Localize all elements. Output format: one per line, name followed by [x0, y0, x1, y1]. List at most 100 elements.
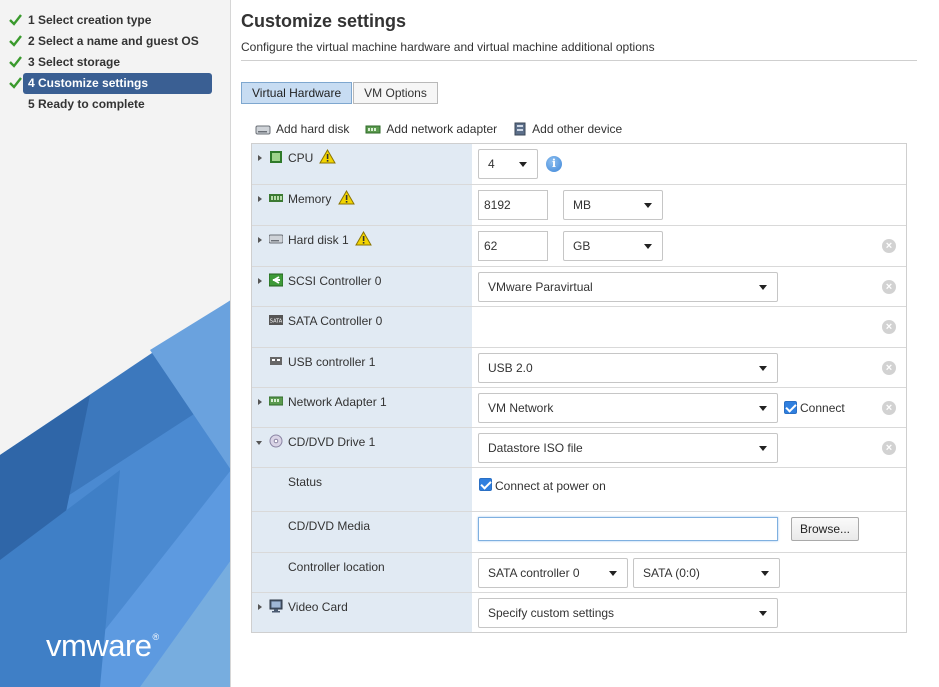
tab-vm-options[interactable]: VM Options [353, 82, 438, 104]
add-other-device-button[interactable]: Add other device [513, 122, 622, 136]
wizard-step-2[interactable]: 2 Select a name and guest OS [0, 31, 230, 52]
network-select[interactable]: VM Network [478, 393, 778, 423]
remove-device-icon[interactable]: × [882, 401, 896, 415]
page-title: Customize settings [241, 11, 407, 31]
expand-arrow-icon[interactable] [258, 155, 262, 161]
hard-disk-label: Hard disk 1 [288, 233, 349, 247]
connect-checkbox[interactable] [784, 401, 797, 414]
expand-arrow-icon[interactable] [258, 237, 262, 243]
cpu-count-select[interactable]: 4 [478, 149, 538, 179]
cd-dvd-label: CD/DVD Drive 1 [288, 435, 376, 449]
network-card-icon [365, 125, 381, 133]
row-hard-disk: Hard disk 1 62 GB × [252, 226, 906, 267]
connect-at-power-on-checkbox[interactable] [479, 478, 492, 491]
chevron-down-icon [759, 366, 767, 371]
video-card-value: Specify custom settings [488, 606, 615, 620]
memory-size-input[interactable]: 8192 [478, 190, 548, 220]
status-label: Status [288, 475, 323, 489]
hard-disk-icon [269, 234, 283, 244]
expand-arrow-icon[interactable] [258, 278, 262, 284]
connect-label: Connect [800, 401, 845, 415]
hard-disk-icon [255, 125, 271, 134]
remove-device-icon[interactable]: × [882, 320, 896, 334]
chevron-down-icon [759, 285, 767, 290]
sata-controller-label: SATA Controller 0 [288, 314, 383, 328]
wizard-step-label: 3 Select storage [28, 55, 121, 69]
usb-type-select[interactable]: USB 2.0 [478, 353, 778, 383]
tab-virtual-hardware[interactable]: Virtual Hardware [241, 82, 353, 104]
row-video-card: Video Card Specify custom settings [252, 593, 906, 633]
controller-value: SATA controller 0 [488, 566, 580, 580]
cpu-icon [270, 151, 282, 163]
expand-arrow-icon[interactable] [258, 399, 262, 405]
wizard-step-4[interactable]: 4 Customize settings [9, 73, 212, 94]
memory-unit-value: MB [573, 198, 591, 212]
remove-device-icon[interactable]: × [882, 239, 896, 253]
wizard-step-label: 4 Customize settings [28, 76, 149, 90]
row-usb-controller: USB controller 1 USB 2.0 × [252, 348, 906, 388]
vmware-logo-text: vmware [46, 628, 152, 663]
registered-mark: ® [152, 632, 160, 642]
video-card-label: Video Card [288, 600, 348, 614]
row-sata-controller: SATA SATA Controller 0 × [252, 307, 906, 348]
info-icon[interactable]: i [546, 156, 562, 172]
hardware-grid: CPU 4 i Memory 8192 MB Hard disk 1 62 GB… [251, 143, 907, 633]
usb-type-value: USB 2.0 [488, 361, 533, 375]
connect-at-power-on-label: Connect at power on [495, 479, 606, 493]
add-hard-disk-button[interactable]: Add hard disk [255, 122, 349, 136]
checkmark-icon [9, 14, 22, 26]
wizard-step-1[interactable]: 1 Select creation type [0, 10, 230, 31]
disk-unit-select[interactable]: GB [563, 231, 663, 261]
add-hard-disk-label: Add hard disk [276, 122, 350, 136]
disk-size-input[interactable]: 62 [478, 231, 548, 261]
cpu-count-value: 4 [488, 157, 495, 171]
warning-icon [338, 190, 355, 205]
controller-location-label: Controller location [288, 560, 385, 574]
video-card-select[interactable]: Specify custom settings [478, 598, 778, 628]
usb-icon [270, 357, 282, 365]
wizard-step-5[interactable]: 5 Ready to complete [0, 94, 230, 115]
svg-text:SATA: SATA [270, 319, 283, 325]
row-controller-location: Controller location SATA controller 0 SA… [252, 553, 906, 593]
chevron-down-icon [609, 571, 617, 576]
tab-bar: Virtual Hardware VM Options [241, 82, 439, 104]
expand-arrow-icon[interactable] [258, 196, 262, 202]
monitor-icon [269, 599, 283, 613]
chevron-down-icon [759, 446, 767, 451]
wizard-step-label: 5 Ready to complete [28, 97, 145, 111]
checkmark-icon [9, 56, 22, 68]
memory-unit-select[interactable]: MB [563, 190, 663, 220]
controller-select[interactable]: SATA controller 0 [478, 558, 628, 588]
cd-media-path-input[interactable] [478, 517, 778, 541]
row-cd-status: Status Connect at power on [252, 468, 906, 512]
wizard-steps: 1 Select creation type 2 Select a name a… [0, 10, 230, 115]
network-adapter-label: Network Adapter 1 [288, 395, 387, 409]
chevron-down-icon [759, 611, 767, 616]
wizard-step-3[interactable]: 3 Select storage [0, 52, 230, 73]
chevron-down-icon [644, 244, 652, 249]
cd-dvd-icon [269, 434, 283, 448]
scsi-type-select[interactable]: VMware Paravirtual [478, 272, 778, 302]
warning-icon [355, 231, 372, 246]
remove-device-icon[interactable]: × [882, 361, 896, 375]
cd-dvd-source-select[interactable]: Datastore ISO file [478, 433, 778, 463]
main-panel: Customize settings Configure the virtual… [241, 0, 939, 687]
collapse-arrow-icon[interactable] [256, 441, 262, 445]
expand-arrow-icon[interactable] [258, 604, 262, 610]
scsi-controller-label: SCSI Controller 0 [288, 274, 382, 288]
controller-port-select[interactable]: SATA (0:0) [633, 558, 780, 588]
network-value: VM Network [488, 401, 554, 415]
remove-device-icon[interactable]: × [882, 441, 896, 455]
add-network-adapter-button[interactable]: Add network adapter [365, 122, 497, 136]
page-subtitle: Configure the virtual machine hardware a… [241, 40, 655, 54]
divider [241, 60, 917, 61]
remove-device-icon[interactable]: × [882, 280, 896, 294]
network-card-icon [269, 396, 283, 406]
row-scsi-controller: SCSI Controller 0 VMware Paravirtual × [252, 267, 906, 307]
checkmark-icon [9, 35, 22, 47]
memory-icon [269, 194, 283, 202]
cd-dvd-source-value: Datastore ISO file [488, 441, 583, 455]
row-cd-media: CD/DVD Media Browse... [252, 512, 906, 553]
browse-button[interactable]: Browse... [791, 517, 860, 541]
wizard-sidebar: 1 Select creation type 2 Select a name a… [0, 0, 231, 687]
